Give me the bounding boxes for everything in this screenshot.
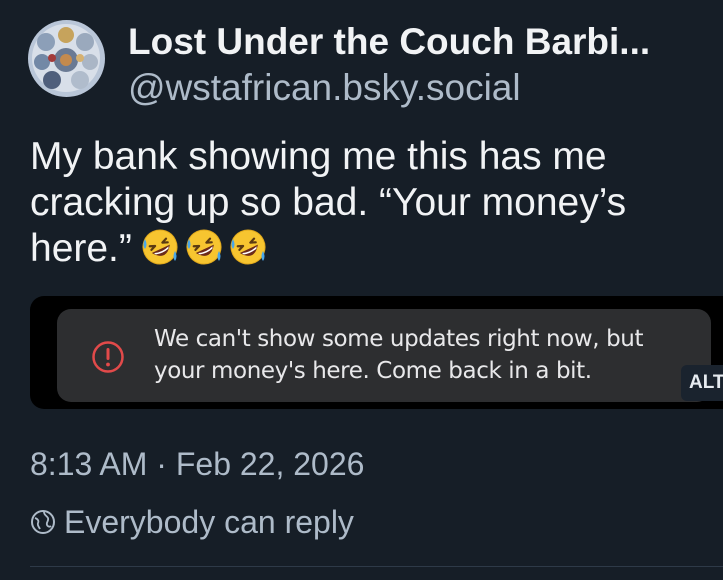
alert-circle-icon (92, 341, 124, 373)
reply-setting-label: Everybody can reply (64, 504, 354, 540)
author-display-name[interactable]: Lost Under the Couch Barbi... (128, 20, 718, 64)
globe-icon (31, 510, 55, 534)
notice-line: We can't show some updates right now, bu… (154, 326, 644, 352)
emoji-group (140, 227, 272, 278)
post-timestamp: 8:13 AM · Feb 22, 2026 (30, 446, 365, 482)
rolling-on-floor-laughing-emoji (142, 229, 178, 265)
notice-line: your money's here. Come back in a bit. (154, 358, 592, 384)
avatar-image (28, 20, 105, 97)
post-text-line: cracking up so bad. “Your money’s (30, 181, 627, 224)
rolling-on-floor-laughing-emoji (186, 229, 222, 265)
bank-notice-card: We can't show some updates right now, bu… (57, 309, 711, 402)
notice-message: We can't show some updates right now, bu… (154, 323, 714, 387)
embedded-image[interactable]: We can't show some updates right now, bu… (30, 296, 723, 409)
post-body: My bank showing me this has me cracking … (30, 134, 720, 278)
alt-text-badge[interactable]: ALT (681, 365, 723, 401)
author-handle[interactable]: @wstafrican.bsky.social (128, 66, 521, 110)
author-avatar[interactable] (28, 20, 105, 97)
post-text-line-last: here.” (30, 226, 720, 278)
post-thread-view: Lost Under the Couch Barbi... @wstafrica… (0, 0, 723, 580)
divider (30, 566, 723, 567)
reply-setting: Everybody can reply (30, 502, 354, 542)
post-text-fragment: here.” (30, 227, 132, 270)
rolling-on-floor-laughing-emoji (230, 229, 266, 265)
post-text-line: My bank showing me this has me (30, 135, 607, 178)
